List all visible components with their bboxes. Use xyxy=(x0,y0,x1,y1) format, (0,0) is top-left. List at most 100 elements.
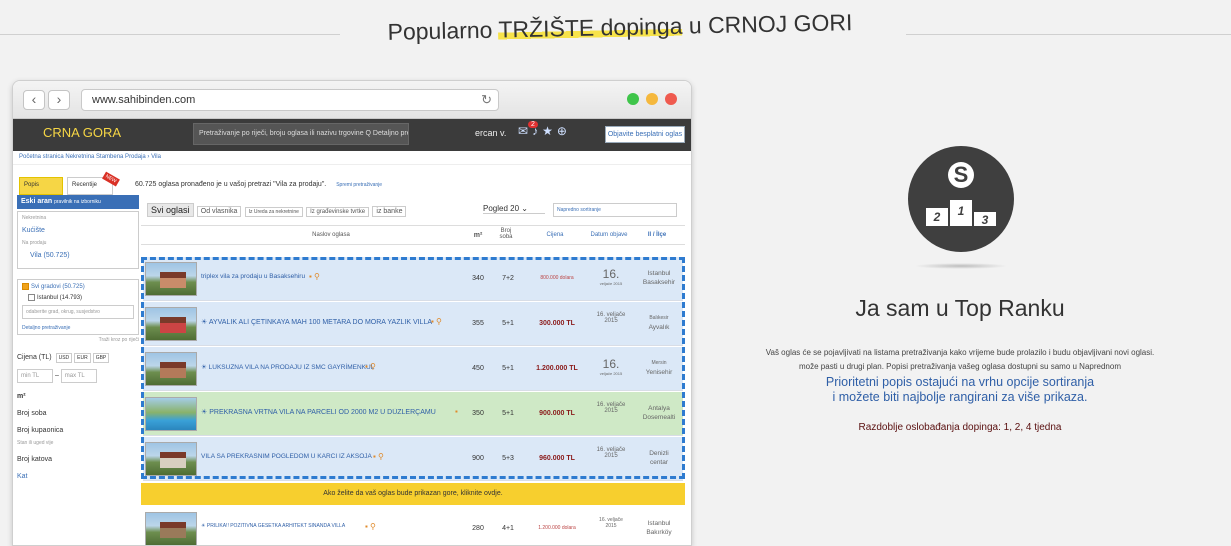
podium-third: 3 xyxy=(974,212,996,227)
listing-m2: 900 xyxy=(472,455,484,462)
listing-thumbnail[interactable] xyxy=(145,352,197,386)
star-icon[interactable]: ★ xyxy=(542,124,557,138)
sort-select[interactable]: Napredno sortiranje xyxy=(553,203,677,217)
pin-icon: ▪ ⚲ xyxy=(365,522,376,531)
header-icons[interactable]: ✉♪★⊕ xyxy=(518,124,571,138)
forward-icon[interactable]: › xyxy=(48,90,70,110)
listing-title[interactable]: VILA SA PREKRASNIM POGLEDOM U KARCI IZ A… xyxy=(201,453,457,460)
currency-usd[interactable]: USD xyxy=(55,353,73,364)
floor-hint: Stan ili uged vije xyxy=(17,440,54,447)
back-icon[interactable]: ‹ xyxy=(23,90,45,110)
col-location[interactable]: Il / İlçe xyxy=(633,232,681,238)
tab-all-ads[interactable]: Svi oglasi xyxy=(147,203,194,217)
details-link[interactable]: Detaljno pretraživanje xyxy=(22,325,134,331)
category-houses[interactable]: Kućište xyxy=(22,227,134,234)
tab-construction[interactable]: Iz građevinske tvrtke xyxy=(306,207,370,217)
istanbul-label: Istanbul (14.793) xyxy=(37,295,83,302)
table-row[interactable]: triplex vila za prodaju u Basaksehiru ▪ … xyxy=(143,257,683,301)
table-row[interactable]: VILA SA PREKRASNIM POGLEDOM U KARCI IZ A… xyxy=(143,437,683,481)
url-text: www.sahibinden.com xyxy=(92,94,196,106)
listing-location: Balıkesir Ayvalık xyxy=(648,315,670,331)
bathrooms-filter[interactable]: Broj kupaonica xyxy=(17,427,139,434)
listing-title[interactable]: ☀ LUKSUZNA VILA NA PRODAJU IZ SMC GAYRİM… xyxy=(201,363,457,371)
currency-gbp[interactable]: GBP xyxy=(92,353,110,364)
site-logo[interactable]: CRNA GORA xyxy=(43,125,121,140)
tab-owner[interactable]: Od vlasnika xyxy=(196,206,242,217)
listing-price: 300.000 TL xyxy=(539,320,575,327)
results-panel: 60.725 oglasa pronađeno je u vašoj pretr… xyxy=(135,177,689,545)
site-search-input[interactable]: Pretraživanje po riječi, broju oglasa il… xyxy=(193,123,409,145)
price-label: Cijena (TL) USD EUR GBP xyxy=(17,353,139,364)
close-note: Traži kroz po riječi xyxy=(98,337,139,344)
results-filter-tabs: Svi oglasi Od vlasnika Iz Ureda za nekre… xyxy=(147,203,407,217)
table-row[interactable]: ☀ LUKSUZNA VILA NA PRODAJU IZ SMC GAYRİM… xyxy=(143,347,683,391)
filter-sidebar: Popis Recentije NEW Eski aran pravilnik … xyxy=(17,171,139,481)
user-name[interactable]: ercan v. xyxy=(475,128,506,138)
top-rank-badge-icon: S 2 1 3 xyxy=(908,146,1014,252)
all-cities-label: Svi gradovi (50.725) xyxy=(31,284,85,291)
listing-m2: 340 xyxy=(472,275,484,282)
listing-thumbnail[interactable] xyxy=(145,262,197,296)
listing-rooms: 5+1 xyxy=(502,365,514,372)
listing-title[interactable]: triplex vila za prodaju u Basaksehiru xyxy=(201,273,457,280)
site-header: CRNA GORA Pretraživanje po riječi, broju… xyxy=(13,119,691,151)
table-row[interactable]: ☀ AYVALIK ALİ ÇETİNKAYA MAH 100 METARA D… xyxy=(143,302,683,346)
table-row[interactable]: ☀ PREKRASNA VRTNA VILA NA PARCELI OD 200… xyxy=(143,392,683,436)
col-rooms[interactable]: Broj soba xyxy=(495,228,517,240)
window-dot-yellow[interactable] xyxy=(646,93,658,105)
listing-title[interactable]: ☀ AYVALIK ALİ ÇETİNKAYA MAH 100 METARA D… xyxy=(201,318,457,326)
saved-search-bar[interactable]: Eski aran pravilnik na izborniku xyxy=(17,195,139,209)
window-dot-red[interactable] xyxy=(665,93,677,105)
headline-after: u CRNOJ GORI xyxy=(682,9,853,39)
listing-title[interactable]: ☀ PREKRASNA VRTNA VILA NA PARCELI OD 200… xyxy=(201,408,457,416)
listing-thumbnail[interactable] xyxy=(145,397,197,431)
rooms-filter[interactable]: Broj soba xyxy=(17,410,139,417)
tab-list[interactable]: Popis xyxy=(19,177,63,195)
kat-filter[interactable]: Kat xyxy=(17,473,139,480)
browser-window: ‹ › www.sahibinden.com ↻ CRNA GORA Pretr… xyxy=(12,80,692,546)
listing-m2: 355 xyxy=(472,320,484,327)
window-dot-green[interactable] xyxy=(627,93,639,105)
area-label[interactable]: m² xyxy=(17,393,139,400)
results-table-header: Naslov oglasa m² Broj soba Cijena Datum … xyxy=(141,225,685,245)
feature-title: Ja sam u Top Ranku xyxy=(855,295,1065,321)
category-villa[interactable]: Vila (50.725) xyxy=(22,252,134,259)
istanbul-checkbox[interactable] xyxy=(28,294,35,302)
listing-date: 16. veljače 2015 xyxy=(599,357,623,376)
col-title[interactable]: Naslov oglasa xyxy=(271,232,391,238)
max-price-input[interactable]: max TL xyxy=(60,369,97,384)
listing-location: Mersin Yenisehir xyxy=(645,360,673,376)
podium-first: 1 xyxy=(950,200,972,226)
address-bar[interactable]: www.sahibinden.com ↻ xyxy=(81,89,499,111)
listing-title[interactable]: ☀ PRILIKA!! POZITIVNA GESETKA ARHITEKT S… xyxy=(201,523,457,529)
col-m2[interactable]: m² xyxy=(467,232,489,239)
search-icon[interactable]: ⊕ xyxy=(557,124,571,138)
post-ad-button[interactable]: Objavite besplatni oglas xyxy=(605,126,685,143)
city-input[interactable]: odaberite grad, okrug, susjedstvo xyxy=(22,305,134,320)
reload-icon[interactable]: ↻ xyxy=(481,90,492,110)
saved-search-hint: pravilnik na izborniku xyxy=(54,199,101,205)
for-sale-label: Na prodaju xyxy=(22,240,47,246)
col-price[interactable]: Cijena xyxy=(525,232,585,238)
listing-date: 16. veljače 2015 xyxy=(596,402,626,414)
listing-price: 900.000 TL xyxy=(539,410,575,417)
floors-filter[interactable]: Broj katova xyxy=(17,456,139,463)
tab-bank[interactable]: iz banke xyxy=(372,206,407,217)
listing-thumbnail[interactable] xyxy=(145,512,197,545)
listing-price: 960.000 TL xyxy=(539,455,575,462)
all-cities-checkbox[interactable] xyxy=(22,283,29,290)
col-date[interactable]: Datum objave xyxy=(587,232,631,238)
save-search-link[interactable]: Spremi pretraživanje xyxy=(336,182,382,188)
breadcrumb[interactable]: Početna stranica Nekretnina Stambena Pro… xyxy=(13,151,691,165)
min-price-input[interactable]: min TL xyxy=(17,369,53,384)
promo-banner[interactable]: Ako želite da vaš oglas bude prikazan go… xyxy=(141,483,685,505)
listing-thumbnail[interactable] xyxy=(145,442,197,476)
tab-agency[interactable]: Iz Ureda za nekretnine xyxy=(244,207,303,217)
pin-icon: ▪ xyxy=(455,407,458,416)
listing-rooms: 5+1 xyxy=(502,320,514,327)
notification-badge: 2 xyxy=(528,121,538,128)
view-select[interactable]: Pogled 20 ⌄ xyxy=(483,204,545,214)
listing-thumbnail[interactable] xyxy=(145,307,197,341)
table-row[interactable]: ☀ PRILIKA!! POZITIVNA GESETKA ARHITEKT S… xyxy=(143,507,683,545)
currency-eur[interactable]: EUR xyxy=(74,353,91,364)
